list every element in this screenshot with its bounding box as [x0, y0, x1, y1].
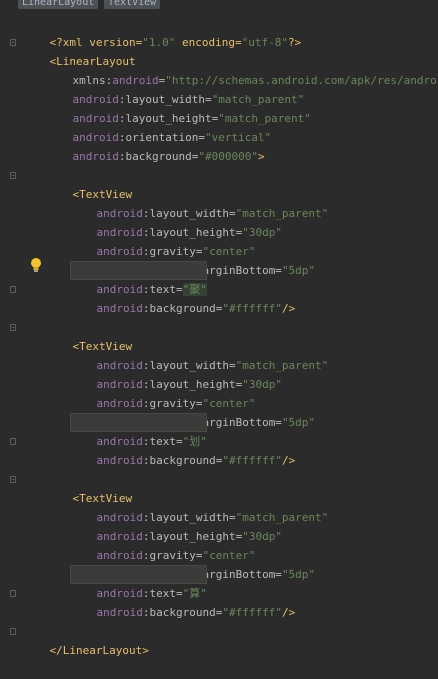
fold-end-linearlayout-icon[interactable] — [10, 628, 16, 635]
token-tag-close: > — [257, 150, 265, 163]
code-line: android:gravity="center" — [70, 375, 256, 410]
code-line: android:gravity="center" — [70, 527, 256, 562]
code-line: android:orientation="vertical" — [46, 109, 272, 144]
lightbulb-icon[interactable] — [29, 257, 43, 273]
code-editor[interactable]: LinearLayout TextView <?xml version="1.0… — [0, 0, 438, 657]
code-line-highlighted: android:text="聚" — [70, 261, 207, 296]
token-attr: :background= — [142, 302, 223, 315]
code-line: android:background="#ffffff"/> — [70, 280, 296, 315]
token-string: "#ffffff" — [222, 606, 282, 619]
token-string: "5dp" — [281, 568, 316, 581]
code-line: android:layout_width="match_parent" — [70, 489, 329, 524]
code-line: android:background="#000000"> — [46, 128, 265, 163]
code-line: android:layout_height="match_parent" — [46, 90, 311, 125]
token-tag-close: /> — [281, 302, 296, 315]
code-line: android:background="#ffffff"/> — [70, 432, 296, 467]
code-line: android:gravity="center" — [70, 223, 256, 258]
token-namespace: android — [96, 302, 143, 315]
token-attr: :background= — [118, 150, 199, 163]
code-line: android:layout_width="match_parent" — [70, 185, 329, 220]
token-string: "#000000" — [198, 150, 258, 163]
code-line: xmlns:android="http://schemas.android.co… — [46, 52, 438, 87]
token-xml-decl-end: ?> — [287, 36, 302, 49]
token-namespace: android — [72, 150, 119, 163]
token-string: "1.0" — [142, 36, 176, 49]
token-namespace: android — [96, 454, 143, 467]
code-line-highlighted: android:text="算" — [70, 565, 207, 600]
code-line: android:layout_marginBottom="5dp" — [70, 394, 316, 429]
code-line: android:layout_width="match_parent" — [70, 337, 329, 372]
fold-end-textview-1-icon[interactable] — [10, 286, 16, 293]
fold-end-textview-3-icon[interactable] — [10, 590, 16, 597]
fold-textview-3-icon[interactable] — [10, 476, 16, 483]
code-line: android:layout_height="30dp" — [70, 204, 282, 239]
token-namespace: android — [96, 606, 143, 619]
token-attr: :background= — [142, 606, 223, 619]
code-line: android:layout_height="30dp" — [70, 356, 282, 391]
code-line: </LinearLayout> — [23, 622, 149, 657]
token-string: "utf-8" — [241, 36, 288, 49]
code-line: android:layout_width="match_parent" — [46, 71, 305, 106]
code-line: android:layout_marginBottom="5dp" — [70, 242, 316, 277]
fold-textview-2-icon[interactable] — [10, 324, 16, 331]
token-string: "5dp" — [281, 264, 316, 277]
code-line: <?xml version="1.0" encoding="utf-8"?> — [23, 14, 302, 49]
code-line-highlighted: android:text="划" — [70, 413, 207, 448]
code-line: android:background="#ffffff"/> — [70, 584, 296, 619]
breadcrumb: LinearLayout TextView — [0, 0, 438, 9]
gutter — [0, 0, 20, 646]
fold-end-textview-2-icon[interactable] — [10, 438, 16, 445]
code-line: <LinearLayout — [23, 33, 136, 68]
code-line: android:layout_marginBottom="5dp" — [70, 546, 316, 581]
fold-linearlayout-icon[interactable] — [10, 39, 16, 46]
token-attr: encoding= — [175, 36, 242, 49]
code-line: <TextView — [46, 318, 133, 353]
breadcrumb-linearlayout[interactable]: LinearLayout — [18, 0, 99, 9]
token-tag-close: /> — [281, 606, 296, 619]
token-string: "#ffffff" — [222, 302, 282, 315]
token-string: "5dp" — [281, 416, 316, 429]
code-line: <TextView — [46, 166, 133, 201]
token-tag-close: /> — [281, 454, 296, 467]
token-string: "#ffffff" — [222, 454, 282, 467]
fold-textview-1-icon[interactable] — [10, 172, 16, 179]
code-line: android:layout_height="30dp" — [70, 508, 282, 543]
code-line: <TextView — [46, 470, 133, 505]
token-attr: :background= — [142, 454, 223, 467]
breadcrumb-textview[interactable]: TextView — [104, 0, 161, 9]
